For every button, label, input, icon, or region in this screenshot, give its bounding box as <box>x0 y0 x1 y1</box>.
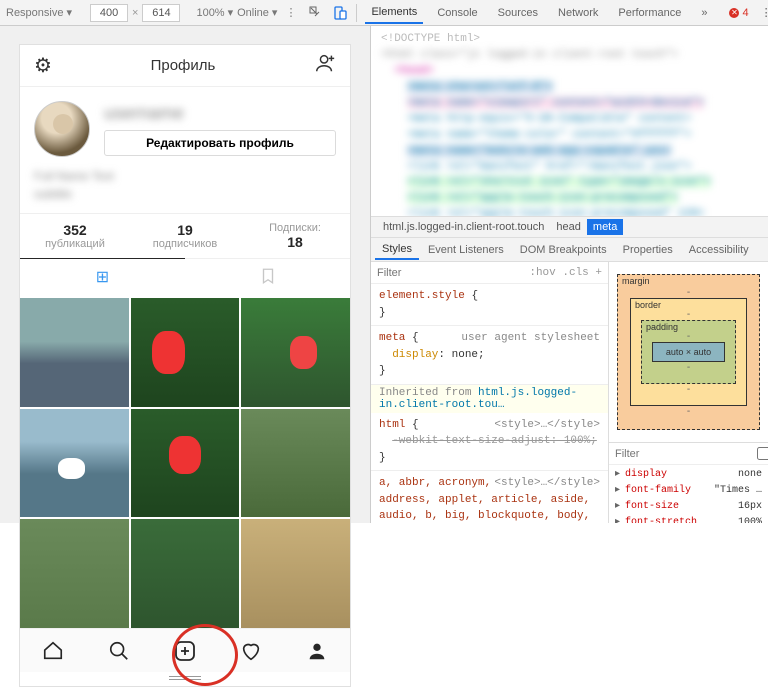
stat-following[interactable]: Подписки: 18 <box>240 214 350 258</box>
photo-thumb[interactable] <box>20 298 129 407</box>
photo-thumb[interactable] <box>241 298 350 407</box>
devtools-more-icon[interactable]: ⋮ <box>757 6 768 19</box>
dimension-separator: × <box>132 7 138 19</box>
crumb-html[interactable]: html.js.logged-in.client-root.touch <box>377 219 550 235</box>
showall-checkbox[interactable]: Show all <box>757 442 768 466</box>
crumb-head[interactable]: head <box>550 219 586 235</box>
device-toggle-icon[interactable] <box>332 5 348 21</box>
stab-properties[interactable]: Properties <box>616 241 680 259</box>
styles-filter-input[interactable] <box>377 267 529 279</box>
breadcrumb[interactable]: html.js.logged-in.client-root.touch head… <box>371 216 768 238</box>
hov-toggle[interactable]: :hov <box>529 267 555 279</box>
error-count-badge[interactable]: ✕4 <box>729 7 748 19</box>
tab-network[interactable]: Network <box>552 3 604 23</box>
search-icon[interactable] <box>86 629 152 672</box>
tab-console[interactable]: Console <box>431 3 483 23</box>
stat-followers[interactable]: 19 подписчиков <box>130 214 240 258</box>
photo-grid <box>20 298 350 628</box>
photo-thumb[interactable] <box>131 298 240 407</box>
tab-overflow[interactable]: » <box>695 3 713 23</box>
bio-name: Full Name Text <box>34 167 336 185</box>
device-mode-dropdown[interactable]: Responsive ▾ <box>6 6 72 19</box>
box-model[interactable]: margin - border - padding - auto × auto … <box>609 262 768 442</box>
photo-thumb[interactable] <box>241 409 350 518</box>
dom-tree[interactable]: <!DOCTYPE html> <html class="js logged-i… <box>371 26 768 216</box>
add-user-icon[interactable] <box>314 52 336 80</box>
stab-styles[interactable]: Styles <box>375 240 419 260</box>
viewport-width-input[interactable]: 400 <box>90 4 128 22</box>
cls-toggle[interactable]: .cls <box>562 267 588 279</box>
photo-thumb[interactable] <box>131 409 240 518</box>
page-title: Профиль <box>151 57 216 74</box>
mobile-preview: ⚙ Профиль username Редактировать профиль… <box>19 44 351 687</box>
device-more-icon[interactable]: ⋮ <box>285 6 296 19</box>
tab-sources[interactable]: Sources <box>492 3 544 23</box>
home-icon[interactable] <box>20 629 86 672</box>
username-label: username <box>104 103 336 124</box>
styles-pane[interactable]: :hov .cls + element.style { } user agent… <box>371 262 608 523</box>
avatar[interactable] <box>34 101 90 157</box>
activity-icon[interactable] <box>218 629 284 672</box>
drag-handle-icon[interactable] <box>165 676 205 680</box>
add-post-icon[interactable] <box>152 629 218 672</box>
crumb-meta[interactable]: meta <box>587 219 623 235</box>
stab-event-listeners[interactable]: Event Listeners <box>421 241 511 259</box>
photo-thumb[interactable] <box>241 519 350 628</box>
stat-posts[interactable]: 352 публикаций <box>20 214 130 258</box>
edit-profile-button[interactable]: Редактировать профиль <box>104 130 336 156</box>
network-dropdown[interactable]: Online ▾ <box>237 6 277 19</box>
stab-dom-breakpoints[interactable]: DOM Breakpoints <box>513 241 614 259</box>
tab-elements[interactable]: Elements <box>365 2 423 24</box>
saved-tab-icon[interactable] <box>185 259 350 298</box>
computed-list[interactable]: ▸displaynone ▸font-family"Times … ▸font-… <box>609 465 768 523</box>
zoom-dropdown[interactable]: 100% ▾ <box>196 6 233 19</box>
gear-icon[interactable]: ⚙ <box>34 53 52 78</box>
computed-filter-input[interactable] <box>615 448 757 460</box>
tab-performance[interactable]: Performance <box>612 3 687 23</box>
inspect-element-icon[interactable] <box>308 5 324 21</box>
viewport-height-input[interactable]: 614 <box>142 4 180 22</box>
photo-thumb[interactable] <box>131 519 240 628</box>
grid-tab-icon[interactable]: ⊞ <box>20 258 185 298</box>
stab-accessibility[interactable]: Accessibility <box>682 241 756 259</box>
bio-subtitle: subtitle <box>34 185 336 203</box>
photo-thumb[interactable] <box>20 409 129 518</box>
profile-nav-icon[interactable] <box>284 629 350 672</box>
photo-thumb[interactable] <box>20 519 129 628</box>
add-rule-icon[interactable]: + <box>595 267 602 279</box>
